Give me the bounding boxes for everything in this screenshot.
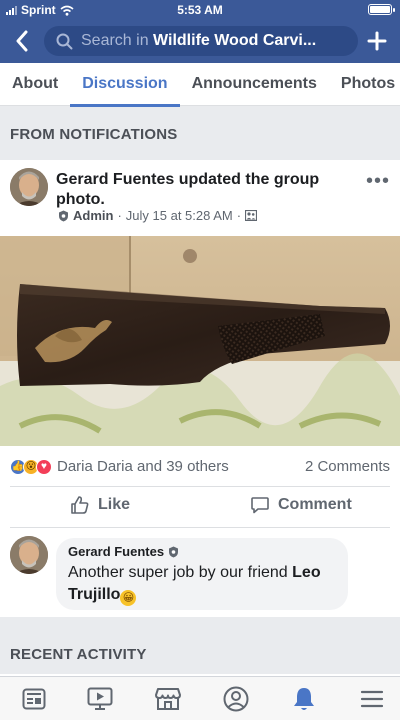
group-audience-icon (245, 210, 258, 221)
bottom-nav (0, 676, 400, 720)
more-options-icon[interactable]: ••• (366, 170, 390, 193)
menu-icon (360, 690, 384, 708)
grinning-emoji-icon: 😀 (120, 590, 137, 606)
status-bar: Sprint 5:53 AM (0, 0, 400, 20)
meta-separator: · (236, 208, 242, 223)
like-button[interactable]: Like (70, 495, 130, 515)
post-card: Gerard Fuentes updated the group photo. … (0, 160, 400, 617)
marketplace-icon (155, 688, 181, 710)
meta-separator: · (117, 208, 122, 223)
news-feed-icon (22, 688, 46, 710)
plus-icon (367, 31, 387, 51)
nav-watch[interactable] (86, 685, 114, 713)
post-meta: Admin · July 15 at 5:28 AM · (58, 208, 258, 223)
tab-announcements[interactable]: Announcements (180, 63, 329, 106)
tab-about[interactable]: About (0, 63, 70, 106)
add-button[interactable] (364, 26, 390, 56)
post-author-name[interactable]: Gerard Fuentes (56, 171, 174, 188)
post-date[interactable]: July 15 at 5:28 AM (126, 208, 233, 223)
nav-notifications[interactable] (290, 685, 318, 713)
reactions-summary[interactable]: 👍 😮 ♥ Daria Daria and 39 others (10, 458, 229, 475)
admin-badge-icon (169, 546, 179, 557)
comment-author-line: Gerard Fuentes (68, 544, 336, 559)
post-photo[interactable] (0, 236, 400, 446)
comment-label: Comment (278, 496, 352, 513)
search-placeholder: Search in Wildlife Wood Carvi... (81, 32, 341, 50)
avatar[interactable] (10, 168, 48, 206)
comment-button[interactable]: Comment (250, 495, 352, 515)
nav-news-feed[interactable] (20, 685, 48, 713)
thumbs-up-icon (71, 496, 89, 514)
comment-bubble[interactable]: Gerard Fuentes Another super job by our … (56, 538, 348, 610)
nav-marketplace[interactable] (154, 685, 182, 713)
status-time: 5:53 AM (177, 3, 223, 17)
comment-text: Another super job by our friend (68, 564, 293, 581)
comment-body: Another super job by our friend Leo Truj… (68, 562, 336, 606)
battery-icon (368, 4, 395, 15)
group-tabs: About Discussion Announcements Photos (0, 63, 400, 107)
tab-photos[interactable]: Photos (329, 63, 400, 106)
nav-menu[interactable] (358, 685, 386, 713)
tab-discussion[interactable]: Discussion (70, 63, 180, 107)
nav-profile[interactable] (222, 685, 250, 713)
comments-count[interactable]: 2 Comments (305, 458, 390, 475)
admin-shield-icon (59, 210, 68, 221)
search-icon (56, 33, 73, 49)
back-button[interactable] (8, 26, 36, 56)
app-header: Sprint 5:53 AM Search in Wildlife Wood C… (0, 0, 400, 63)
comment-avatar[interactable] (10, 536, 48, 574)
love-reaction-icon: ♥ (36, 458, 52, 475)
comment-author-name[interactable]: Gerard Fuentes (68, 544, 164, 559)
profile-icon (223, 686, 249, 712)
chevron-left-icon (16, 30, 28, 52)
top-nav: Search in Wildlife Wood Carvi... (0, 22, 400, 60)
author-photo (10, 168, 48, 206)
post-actions: Like Comment (10, 486, 390, 528)
search-input[interactable]: Search in Wildlife Wood Carvi... (44, 26, 358, 56)
watch-icon (87, 687, 113, 710)
like-label: Like (98, 496, 131, 513)
reactions-text: Daria Daria and 39 others (57, 458, 229, 475)
post-role: Admin (73, 208, 114, 223)
section-title-recent-activity: RECENT ACTIVITY (10, 646, 147, 663)
commenter-photo (10, 536, 48, 574)
gunstock-photo (0, 236, 400, 446)
section-title-notifications: FROM NOTIFICATIONS (10, 126, 178, 143)
post-headline: Gerard Fuentes updated the group photo. (56, 170, 356, 210)
search-group-name: Wildlife Wood Carvi... (153, 32, 317, 49)
search-prefix: Search in (81, 32, 149, 49)
comment-icon (251, 497, 269, 514)
notifications-icon (294, 688, 314, 710)
